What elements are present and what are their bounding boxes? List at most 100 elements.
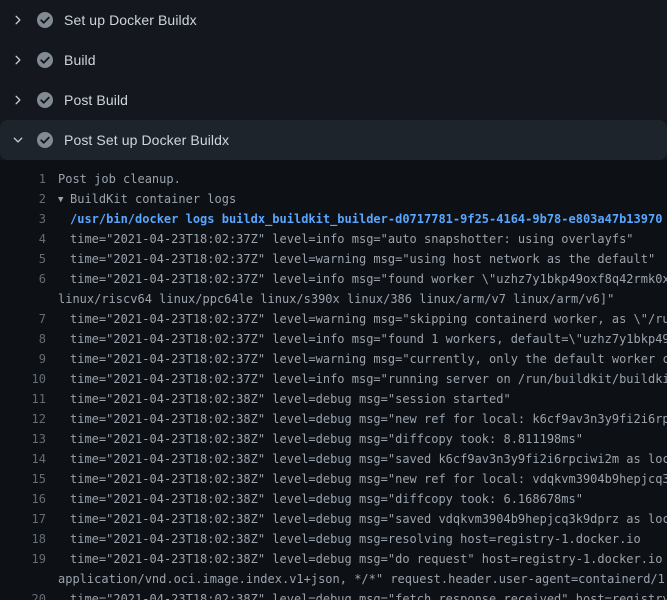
log-line: 12 time="2021-04-23T18:02:38Z" level=debu… bbox=[0, 409, 667, 429]
log-text: time="2021-04-23T18:02:38Z" level=debug … bbox=[70, 529, 641, 549]
log-text: time="2021-04-23T18:02:37Z" level=warnin… bbox=[70, 349, 667, 369]
log-line: 15 time="2021-04-23T18:02:38Z" level=debu… bbox=[0, 469, 667, 489]
log-text: time="2021-04-23T18:02:37Z" level=info m… bbox=[70, 269, 667, 289]
log-line: 16 time="2021-04-23T18:02:38Z" level=debu… bbox=[0, 489, 667, 509]
log-text-content: time="2021-04-23T18:02:37Z" level=info m… bbox=[70, 332, 667, 346]
log-line: 6 time="2021-04-23T18:02:37Z" level=info … bbox=[0, 269, 667, 289]
log-text: time="2021-04-23T18:02:38Z" level=debug … bbox=[70, 429, 583, 449]
log-text: time="2021-04-23T18:02:38Z" level=debug … bbox=[70, 389, 511, 409]
log-line: 7 time="2021-04-23T18:02:37Z" level=warni… bbox=[0, 309, 667, 329]
log-line: 17 time="2021-04-23T18:02:38Z" level=debu… bbox=[0, 509, 667, 529]
log-text-content: time="2021-04-23T18:02:38Z" level=debug … bbox=[70, 492, 583, 506]
log-line: 19 time="2021-04-23T18:02:38Z" level=debu… bbox=[0, 549, 667, 569]
log-text[interactable]: ▼BuildKit container logs bbox=[58, 189, 236, 209]
log-text-content: time="2021-04-23T18:02:37Z" level=warnin… bbox=[70, 352, 667, 366]
check-circle-icon bbox=[37, 132, 53, 148]
check-circle-icon bbox=[37, 92, 53, 108]
line-number[interactable]: 11 bbox=[0, 389, 46, 409]
log-text-content: time="2021-04-23T18:02:37Z" level=info m… bbox=[70, 272, 667, 286]
log-text: time="2021-04-23T18:02:37Z" level=info m… bbox=[70, 329, 667, 349]
log-text-content: time="2021-04-23T18:02:37Z" level=warnin… bbox=[70, 312, 667, 326]
log-text-content: application/vnd.oci.image.index.v1+json,… bbox=[58, 572, 667, 586]
section-header-set-up-docker-buildx[interactable]: Set up Docker Buildx bbox=[0, 0, 667, 40]
log-text-content: time="2021-04-23T18:02:37Z" level=info m… bbox=[70, 232, 634, 246]
chevron-right-icon bbox=[12, 54, 24, 66]
line-number[interactable]: 20 bbox=[0, 589, 46, 600]
log-line: 2 ▼BuildKit container logs bbox=[0, 189, 667, 209]
log-text-content: time="2021-04-23T18:02:38Z" level=debug … bbox=[70, 512, 667, 526]
log-text-content: time="2021-04-23T18:02:38Z" level=debug … bbox=[70, 472, 667, 486]
group-toggle-icon[interactable]: ▼ bbox=[58, 190, 70, 209]
log-text-content: time="2021-04-23T18:02:38Z" level=debug … bbox=[70, 412, 667, 426]
log-text-content: time="2021-04-23T18:02:38Z" level=debug … bbox=[70, 452, 667, 466]
line-number[interactable]: 5 bbox=[0, 249, 46, 269]
log-text-content: linux/riscv64 linux/ppc64le linux/s390x … bbox=[58, 292, 614, 306]
line-number[interactable]: 1 bbox=[0, 169, 46, 189]
line-number[interactable]: 17 bbox=[0, 509, 46, 529]
section-label: Set up Docker Buildx bbox=[64, 12, 197, 28]
log-line: application/vnd.oci.image.index.v1+json,… bbox=[0, 569, 667, 589]
log-text: time="2021-04-23T18:02:37Z" level=warnin… bbox=[70, 309, 667, 329]
line-number[interactable]: 13 bbox=[0, 429, 46, 449]
log-text: time="2021-04-23T18:02:38Z" level=debug … bbox=[70, 449, 667, 469]
log-line: linux/riscv64 linux/ppc64le linux/s390x … bbox=[0, 289, 667, 309]
log-text-content: time="2021-04-23T18:02:38Z" level=debug … bbox=[70, 532, 641, 546]
log-text: Post job cleanup. bbox=[58, 169, 181, 189]
line-number[interactable]: 12 bbox=[0, 409, 46, 429]
log-text: time="2021-04-23T18:02:38Z" level=debug … bbox=[70, 549, 667, 569]
log-line: 3/usr/bin/docker logs buildx_buildkit_bu… bbox=[0, 209, 667, 229]
log-line: 8 time="2021-04-23T18:02:37Z" level=info … bbox=[0, 329, 667, 349]
actions-log-viewer: Set up Docker Buildx Build Post Build Po… bbox=[0, 0, 667, 600]
log-line: 4 time="2021-04-23T18:02:37Z" level=info … bbox=[0, 229, 667, 249]
line-number[interactable]: 2 bbox=[0, 189, 46, 209]
line-number[interactable]: 16 bbox=[0, 489, 46, 509]
section-label: Post Set up Docker Buildx bbox=[64, 132, 229, 148]
line-number[interactable]: 9 bbox=[0, 349, 46, 369]
check-circle-icon bbox=[37, 12, 53, 28]
log-text-content: BuildKit container logs bbox=[70, 192, 236, 206]
log-text-content: /usr/bin/docker logs buildx_buildkit_bui… bbox=[70, 212, 662, 226]
section-label: Build bbox=[64, 52, 96, 68]
line-number[interactable]: 4 bbox=[0, 229, 46, 249]
log-text: application/vnd.oci.image.index.v1+json,… bbox=[58, 569, 667, 589]
log-text-content: time="2021-04-23T18:02:38Z" level=debug … bbox=[70, 592, 667, 600]
check-circle-icon bbox=[37, 52, 53, 68]
chevron-right-icon bbox=[12, 14, 24, 26]
log-command-text: /usr/bin/docker logs buildx_buildkit_bui… bbox=[70, 209, 662, 229]
line-number[interactable]: 8 bbox=[0, 329, 46, 349]
log-text: time="2021-04-23T18:02:37Z" level=info m… bbox=[70, 369, 667, 389]
line-number bbox=[0, 289, 46, 309]
log-line: 18 time="2021-04-23T18:02:38Z" level=debu… bbox=[0, 529, 667, 549]
line-number[interactable]: 6 bbox=[0, 269, 46, 289]
log-line: 20 time="2021-04-23T18:02:38Z" level=debu… bbox=[0, 589, 667, 600]
line-number[interactable]: 14 bbox=[0, 449, 46, 469]
log-line: 11 time="2021-04-23T18:02:38Z" level=debu… bbox=[0, 389, 667, 409]
line-number[interactable]: 19 bbox=[0, 549, 46, 569]
log-text-content: time="2021-04-23T18:02:37Z" level=warnin… bbox=[70, 252, 655, 266]
log-text-content: time="2021-04-23T18:02:37Z" level=info m… bbox=[70, 372, 667, 386]
log-text: time="2021-04-23T18:02:37Z" level=info m… bbox=[70, 229, 634, 249]
log-text: time="2021-04-23T18:02:38Z" level=debug … bbox=[70, 409, 667, 429]
line-number[interactable]: 7 bbox=[0, 309, 46, 329]
log-text-content: time="2021-04-23T18:02:38Z" level=debug … bbox=[70, 392, 511, 406]
log-text: time="2021-04-23T18:02:38Z" level=debug … bbox=[70, 489, 583, 509]
log-text-content: time="2021-04-23T18:02:38Z" level=debug … bbox=[70, 552, 667, 566]
log-text: time="2021-04-23T18:02:38Z" level=debug … bbox=[70, 509, 667, 529]
log-line: 1 Post job cleanup. bbox=[0, 169, 667, 189]
line-number[interactable]: 3 bbox=[0, 209, 46, 229]
log-text: time="2021-04-23T18:02:38Z" level=debug … bbox=[70, 589, 667, 600]
log-text-content: Post job cleanup. bbox=[58, 172, 181, 186]
line-number[interactable]: 15 bbox=[0, 469, 46, 489]
section-label: Post Build bbox=[64, 92, 128, 108]
chevron-down-icon bbox=[12, 134, 24, 146]
line-number[interactable]: 18 bbox=[0, 529, 46, 549]
section-header-post-build[interactable]: Post Build bbox=[0, 80, 667, 120]
line-number[interactable]: 10 bbox=[0, 369, 46, 389]
log-line: 13 time="2021-04-23T18:02:38Z" level=debu… bbox=[0, 429, 667, 449]
line-number bbox=[0, 569, 46, 589]
log-text: linux/riscv64 linux/ppc64le linux/s390x … bbox=[58, 289, 614, 309]
section-header-build[interactable]: Build bbox=[0, 40, 667, 80]
chevron-right-icon bbox=[12, 94, 24, 106]
section-header-post-set-up-docker-buildx[interactable]: Post Set up Docker Buildx bbox=[0, 120, 667, 160]
log-line: 5 time="2021-04-23T18:02:37Z" level=warni… bbox=[0, 249, 667, 269]
